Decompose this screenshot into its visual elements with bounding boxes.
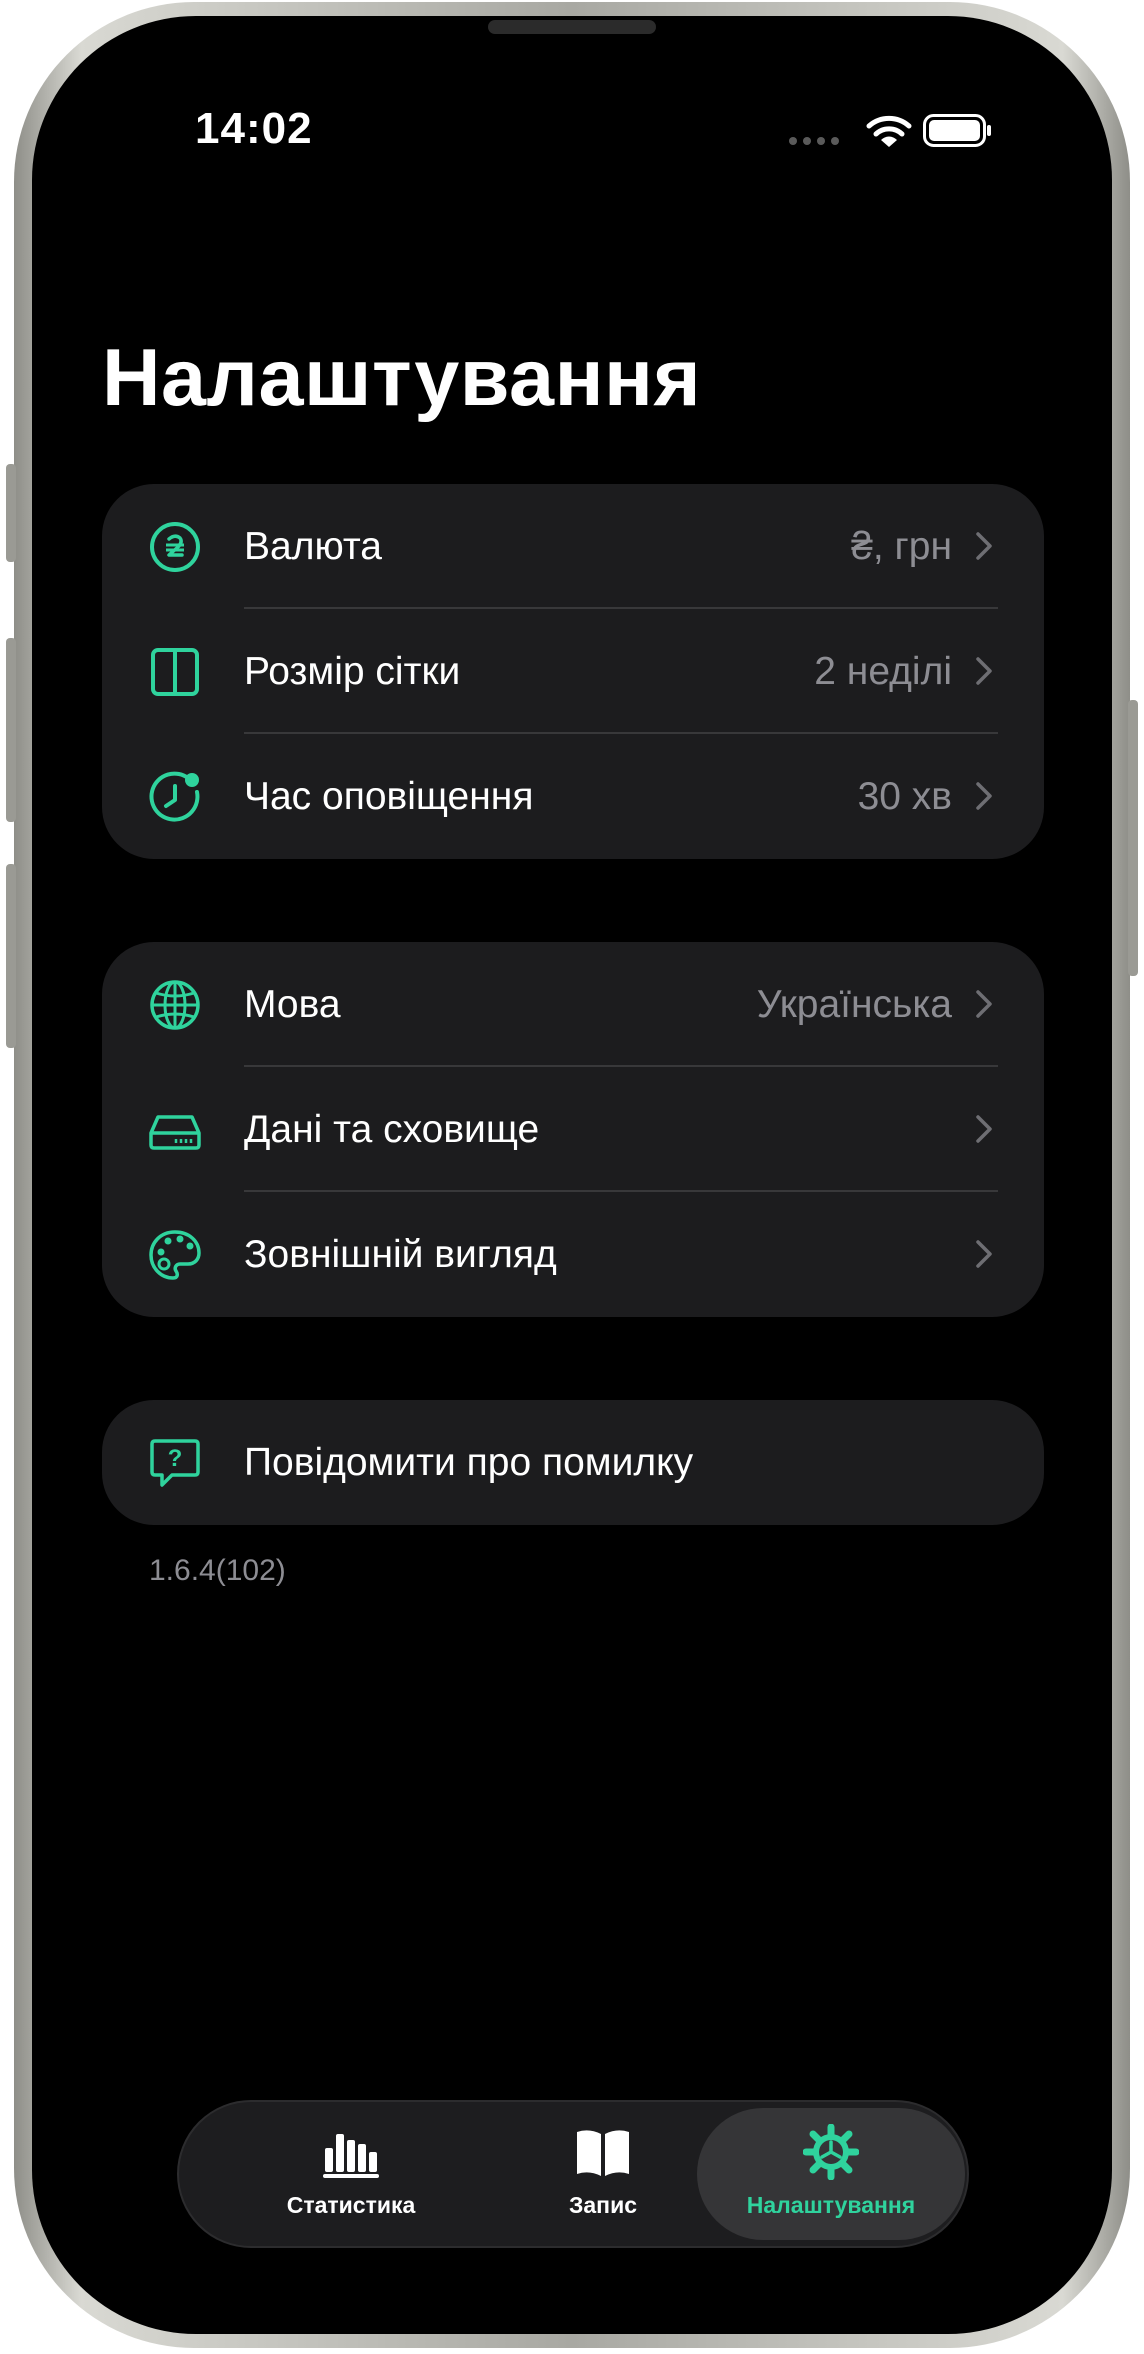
chevron-right-icon xyxy=(976,1115,992,1143)
globe-icon xyxy=(150,980,200,1030)
silent-switch xyxy=(6,464,16,562)
grid-columns-icon xyxy=(151,648,199,696)
speaker-grille xyxy=(488,20,656,34)
tab-label: Запис xyxy=(568,2192,638,2218)
setting-language-row[interactable]: Мова Українська xyxy=(102,942,1044,1067)
volume-up-button xyxy=(6,638,16,822)
book-icon xyxy=(577,2130,629,2176)
chevron-right-icon xyxy=(976,1240,992,1268)
setting-label: Дані та сховище xyxy=(244,1108,540,1151)
clock-alert-icon xyxy=(149,771,200,822)
tab-label: Налаштування xyxy=(746,2192,916,2218)
chevron-right-icon xyxy=(976,657,992,685)
setting-notification-time-row[interactable]: Час оповіщення 30 хв xyxy=(102,734,1044,859)
report-bug-row[interactable]: ? Повідомити про помилку xyxy=(102,1400,1044,1525)
setting-data-storage-row[interactable]: Дані та сховище xyxy=(102,1067,1044,1192)
tab-bar: Статистика Запис Налаштування xyxy=(177,2100,969,2248)
setting-value: 30 хв xyxy=(857,775,952,818)
status-time: 14:02 xyxy=(195,104,313,153)
screen: 14:02 Налаштування Валюта ₴, грн Розмір … xyxy=(32,16,1112,2334)
setting-label: Зовнішній вигляд xyxy=(244,1233,557,1276)
chevron-right-icon xyxy=(976,990,992,1018)
setting-value: Українська xyxy=(756,983,952,1026)
bar-chart-icon xyxy=(323,2134,379,2178)
setting-value: ₴, грн xyxy=(851,525,952,568)
battery-icon xyxy=(923,114,991,147)
chevron-right-icon xyxy=(976,782,992,810)
chevron-right-icon xyxy=(976,532,992,560)
palette-icon xyxy=(149,1230,201,1280)
setting-currency-row[interactable]: Валюта ₴, грн xyxy=(102,484,1044,609)
setting-label: Повідомити про помилку xyxy=(244,1441,694,1484)
storage-drive-icon xyxy=(149,1115,201,1150)
setting-label: Час оповіщення xyxy=(244,775,534,818)
hryvnia-coin-icon xyxy=(150,522,200,572)
volume-down-button xyxy=(6,864,16,1048)
setting-label: Мова xyxy=(244,983,341,1026)
setting-value: 2 неділі xyxy=(814,650,952,693)
tab-record[interactable]: Запис xyxy=(471,2102,735,2246)
tab-settings[interactable]: Налаштування xyxy=(697,2108,965,2240)
setting-label: Валюта xyxy=(244,525,382,568)
question-bubble-icon: ? xyxy=(150,1439,200,1487)
cellular-signal-icon xyxy=(789,137,839,145)
wifi-icon xyxy=(866,115,912,147)
settings-group-app: Мова Українська Дані та сховище Зовнішні… xyxy=(102,942,1044,1317)
app-version: 1.6.4(102) xyxy=(149,1554,286,1587)
setting-appearance-row[interactable]: Зовнішній вигляд xyxy=(102,1192,1044,1317)
tab-statistics[interactable]: Статистика xyxy=(219,2102,483,2246)
settings-group-general: Валюта ₴, грн Розмір сітки 2 неділі Час … xyxy=(102,484,1044,859)
settings-group-support: ? Повідомити про помилку xyxy=(102,1400,1044,1525)
tab-label: Статистика xyxy=(286,2192,416,2218)
power-button xyxy=(1128,700,1138,976)
setting-label: Розмір сітки xyxy=(244,650,461,693)
gear-icon xyxy=(803,2124,859,2180)
svg-text:?: ? xyxy=(168,1445,183,1472)
page-title: Налаштування xyxy=(102,333,702,423)
setting-grid-size-row[interactable]: Розмір сітки 2 неділі xyxy=(102,609,1044,734)
